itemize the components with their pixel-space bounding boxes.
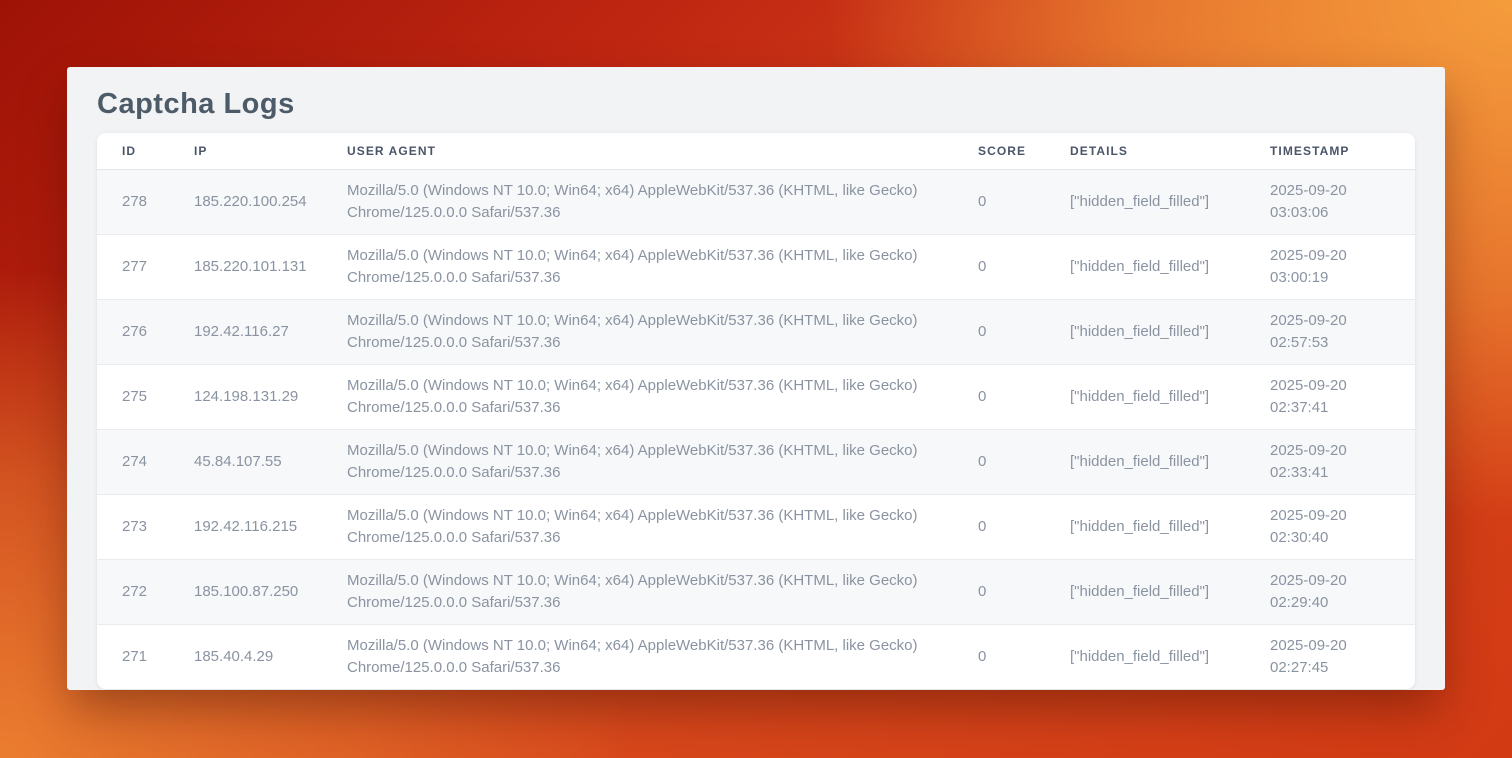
cell-id: 274 <box>97 429 194 494</box>
cell-user-agent: Mozilla/5.0 (Windows NT 10.0; Win64; x64… <box>347 299 978 364</box>
table-row: 274 45.84.107.55 Mozilla/5.0 (Windows NT… <box>97 429 1415 494</box>
cell-score: 0 <box>978 234 1070 299</box>
table-row: 272 185.100.87.250 Mozilla/5.0 (Windows … <box>97 559 1415 624</box>
cell-timestamp: 2025-09-20 02:30:40 <box>1270 494 1415 559</box>
cell-timestamp: 2025-09-20 02:29:40 <box>1270 559 1415 624</box>
cell-user-agent: Mozilla/5.0 (Windows NT 10.0; Win64; x64… <box>347 169 978 234</box>
captcha-logs-table: IDIPUSER AGENTSCOREDETAILSTIMESTAMP 278 … <box>97 133 1415 689</box>
cell-ip: 192.42.116.27 <box>194 299 347 364</box>
cell-ip: 185.40.4.29 <box>194 624 347 689</box>
cell-ip: 185.220.100.254 <box>194 169 347 234</box>
cell-user-agent: Mozilla/5.0 (Windows NT 10.0; Win64; x64… <box>347 234 978 299</box>
cell-score: 0 <box>978 299 1070 364</box>
table-body: 278 185.220.100.254 Mozilla/5.0 (Windows… <box>97 169 1415 689</box>
cell-score: 0 <box>978 169 1070 234</box>
cell-ip: 185.220.101.131 <box>194 234 347 299</box>
cell-ip: 45.84.107.55 <box>194 429 347 494</box>
cell-id: 271 <box>97 624 194 689</box>
cell-details: ["hidden_field_filled"] <box>1070 494 1270 559</box>
cell-details: ["hidden_field_filled"] <box>1070 559 1270 624</box>
cell-ip: 185.100.87.250 <box>194 559 347 624</box>
captcha-logs-table-container[interactable]: IDIPUSER AGENTSCOREDETAILSTIMESTAMP 278 … <box>97 133 1415 689</box>
table-row: 273 192.42.116.215 Mozilla/5.0 (Windows … <box>97 494 1415 559</box>
column-header-timestamp: TIMESTAMP <box>1270 133 1415 169</box>
cell-timestamp: 2025-09-20 02:27:45 <box>1270 624 1415 689</box>
cell-score: 0 <box>978 494 1070 559</box>
cell-timestamp: 2025-09-20 02:57:53 <box>1270 299 1415 364</box>
cell-timestamp: 2025-09-20 03:00:19 <box>1270 234 1415 299</box>
cell-details: ["hidden_field_filled"] <box>1070 364 1270 429</box>
cell-user-agent: Mozilla/5.0 (Windows NT 10.0; Win64; x64… <box>347 429 978 494</box>
table-row: 271 185.40.4.29 Mozilla/5.0 (Windows NT … <box>97 624 1415 689</box>
page-title: Captcha Logs <box>97 88 1415 120</box>
cell-details: ["hidden_field_filled"] <box>1070 234 1270 299</box>
cell-details: ["hidden_field_filled"] <box>1070 169 1270 234</box>
cell-details: ["hidden_field_filled"] <box>1070 299 1270 364</box>
cell-timestamp: 2025-09-20 02:37:41 <box>1270 364 1415 429</box>
cell-details: ["hidden_field_filled"] <box>1070 429 1270 494</box>
column-header-details: DETAILS <box>1070 133 1270 169</box>
cell-id: 273 <box>97 494 194 559</box>
background: { "page": { "title": "Captcha Logs" }, "… <box>0 0 1512 758</box>
table-header-row: IDIPUSER AGENTSCOREDETAILSTIMESTAMP <box>97 133 1415 169</box>
cell-user-agent: Mozilla/5.0 (Windows NT 10.0; Win64; x64… <box>347 364 978 429</box>
cell-id: 277 <box>97 234 194 299</box>
cell-id: 276 <box>97 299 194 364</box>
cell-score: 0 <box>978 559 1070 624</box>
column-header-ip: IP <box>194 133 347 169</box>
cell-ip: 124.198.131.29 <box>194 364 347 429</box>
cell-user-agent: Mozilla/5.0 (Windows NT 10.0; Win64; x64… <box>347 559 978 624</box>
table-row: 275 124.198.131.29 Mozilla/5.0 (Windows … <box>97 364 1415 429</box>
column-header-ua: USER AGENT <box>347 133 978 169</box>
cell-timestamp: 2025-09-20 02:33:41 <box>1270 429 1415 494</box>
table-row: 277 185.220.101.131 Mozilla/5.0 (Windows… <box>97 234 1415 299</box>
cell-ip: 192.42.116.215 <box>194 494 347 559</box>
cell-score: 0 <box>978 364 1070 429</box>
cell-score: 0 <box>978 429 1070 494</box>
cell-id: 275 <box>97 364 194 429</box>
cell-score: 0 <box>978 624 1070 689</box>
captcha-logs-card: Captcha Logs IDIPUSER AGENTSCOREDETAILST… <box>67 67 1445 690</box>
column-header-id: ID <box>97 133 194 169</box>
cell-user-agent: Mozilla/5.0 (Windows NT 10.0; Win64; x64… <box>347 624 978 689</box>
cell-details: ["hidden_field_filled"] <box>1070 624 1270 689</box>
cell-id: 272 <box>97 559 194 624</box>
column-header-score: SCORE <box>978 133 1070 169</box>
cell-timestamp: 2025-09-20 03:03:06 <box>1270 169 1415 234</box>
cell-id: 278 <box>97 169 194 234</box>
table-row: 278 185.220.100.254 Mozilla/5.0 (Windows… <box>97 169 1415 234</box>
cell-user-agent: Mozilla/5.0 (Windows NT 10.0; Win64; x64… <box>347 494 978 559</box>
table-row: 276 192.42.116.27 Mozilla/5.0 (Windows N… <box>97 299 1415 364</box>
